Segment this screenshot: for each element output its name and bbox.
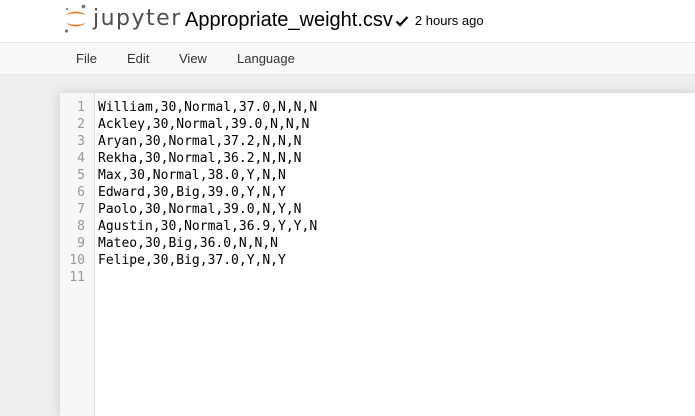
last-saved-status: 2 hours ago [414,13,484,28]
code-line[interactable]: 6 Edward,30,Big,39.0,Y,N,Y [60,184,695,201]
code-line[interactable]: 1 William,30,Normal,37.0,N,N,N [60,99,695,116]
line-text[interactable]: Aryan,30,Normal,37.2,N,N,N [98,133,302,150]
menubar-left-spacer [0,43,60,74]
line-number: 2 [77,117,85,132]
line-number: 5 [77,168,85,183]
line-number: 9 [77,236,85,251]
line-text[interactable]: Mateo,30,Big,36.0,N,N,N [98,235,278,252]
line-number: 10 [69,253,85,268]
line-text[interactable]: Ackley,30,Normal,39.0,N,N,N [98,116,309,133]
line-number: 8 [77,219,85,234]
line-text[interactable]: Rekha,30,Normal,36.2,N,N,N [98,150,302,167]
line-number: 7 [77,202,85,217]
code-line[interactable]: 4 Rekha,30,Normal,36.2,N,N,N [60,150,695,167]
line-text[interactable]: Paolo,30,Normal,39.0,N,Y,N [98,201,302,218]
code-line[interactable]: 9 Mateo,30,Big,36.0,N,N,N [60,235,695,252]
document-filename[interactable]: Appropriate_weight.csv [185,8,393,32]
menu-file[interactable]: File [76,43,97,74]
menu-view[interactable]: View [179,43,207,74]
checkmark-icon [395,15,409,27]
line-text[interactable]: Max,30,Normal,38.0,Y,N,N [98,167,286,184]
header: jupyter Appropriate_weight.csv 2 hours a… [0,0,695,42]
jupyter-logo-icon [64,4,86,33]
code-area[interactable]: 1 William,30,Normal,37.0,N,N,N 2 Ackley,… [60,99,695,286]
line-number: 1 [77,100,85,115]
code-line[interactable]: 8 Agustin,30,Normal,36.9,Y,Y,N [60,218,695,235]
line-text[interactable]: Felipe,30,Big,37.0,Y,N,Y [98,252,286,269]
line-text[interactable]: Edward,30,Big,39.0,Y,N,Y [98,184,286,201]
line-number: 6 [77,185,85,200]
code-line[interactable]: 3 Aryan,30,Normal,37.2,N,N,N [60,133,695,150]
line-text[interactable]: William,30,Normal,37.0,N,N,N [98,99,317,116]
code-line[interactable]: 10 Felipe,30,Big,37.0,Y,N,Y [60,252,695,269]
code-line[interactable]: 11 [60,269,695,286]
filename-area: Appropriate_weight.csv 2 hours ago [185,6,484,33]
line-number: 11 [69,270,85,285]
code-line[interactable]: 5 Max,30,Normal,38.0,Y,N,N [60,167,695,184]
menu-language[interactable]: Language [237,43,295,74]
line-number: 3 [77,134,85,149]
menubar: File Edit View Language [0,42,695,75]
logo-text: jupyter [93,6,182,31]
line-number: 4 [77,151,85,166]
line-text[interactable]: Agustin,30,Normal,36.9,Y,Y,N [98,218,317,235]
code-line[interactable]: 7 Paolo,30,Normal,39.0,N,Y,N [60,201,695,218]
text-editor[interactable]: 1 William,30,Normal,37.0,N,N,N 2 Ackley,… [60,93,695,416]
menu-edit[interactable]: Edit [127,43,149,74]
code-line[interactable]: 2 Ackley,30,Normal,39.0,N,N,N [60,116,695,133]
